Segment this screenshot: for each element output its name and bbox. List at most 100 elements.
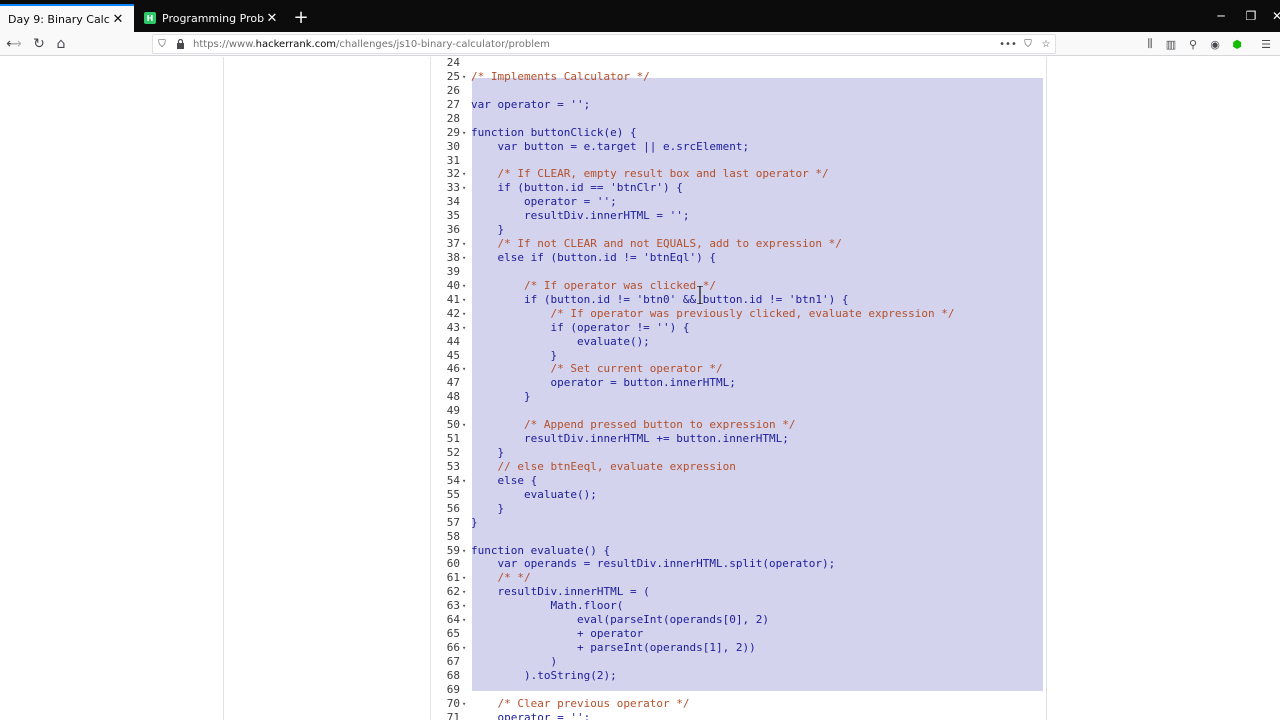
code-line[interactable]: 37 ▾ /* If not CLEAR and not EQUALS, add … (430, 237, 1044, 251)
menu-icon[interactable]: ☰ (1256, 34, 1276, 54)
tab-close-icon[interactable]: ✕ (264, 10, 280, 26)
code-line[interactable]: 49 (430, 404, 1044, 418)
code-line[interactable]: 65 + operator (430, 627, 1044, 641)
code-text: operator = button.innerHTML; (471, 376, 736, 389)
fold-arrow-icon[interactable]: ▾ (462, 126, 470, 140)
fold-arrow-icon[interactable]: ▾ (462, 307, 470, 321)
code-line[interactable]: 51 resultDiv.innerHTML += button.innerHT… (430, 432, 1044, 446)
code-line[interactable]: 24 (430, 57, 1044, 70)
page-actions-icon[interactable]: ••• (997, 35, 1019, 53)
code-line[interactable]: 48 } (430, 390, 1044, 404)
fold-arrow-icon[interactable]: ▾ (462, 251, 470, 265)
code-editor[interactable]: 24 25 ▾/* Implements Calculator */26 27 var … (0, 57, 1280, 720)
fold-arrow-icon[interactable]: ▾ (462, 571, 470, 585)
fold-arrow-icon[interactable]: ▾ (462, 362, 470, 376)
code-line[interactable]: 53 // else btnEeql, evaluate expression (430, 460, 1044, 474)
fold-arrow-icon[interactable]: ▾ (462, 641, 470, 655)
code-line[interactable]: 38 ▾ else if (button.id != 'btnEql') { (430, 251, 1044, 265)
line-number: 31 (446, 154, 460, 167)
code-line[interactable]: 69 (430, 683, 1044, 697)
fold-arrow-icon[interactable]: ▾ (462, 599, 470, 613)
line-number: 54 (446, 474, 460, 487)
code-line[interactable]: 57} (430, 516, 1044, 530)
code-line[interactable]: 39 (430, 265, 1044, 279)
code-line[interactable]: 30 var button = e.target || e.srcElement… (430, 140, 1044, 154)
code-line[interactable]: 28 (430, 112, 1044, 126)
fold-arrow-icon[interactable]: ▾ (462, 293, 470, 307)
code-line[interactable]: 34 operator = ''; (430, 195, 1044, 209)
code-line[interactable]: 52 } (430, 446, 1044, 460)
fold-arrow-icon[interactable]: ▾ (462, 279, 470, 293)
code-line[interactable]: 29 ▾ function buttonClick(e) { (430, 126, 1044, 140)
new-tab-button[interactable]: + (290, 6, 312, 28)
code-line[interactable]: 63 ▾ Math.floor( (430, 599, 1044, 613)
bookmark-star-icon[interactable]: ☆ (1037, 35, 1055, 53)
fold-arrow-icon[interactable]: ▾ (462, 237, 470, 251)
code-line[interactable]: 59 ▾ function evaluate() { (430, 544, 1044, 558)
code-line[interactable]: 33 ▾ if (button.id == 'btnClr') { (430, 181, 1044, 195)
home-icon[interactable]: ⌂ (51, 34, 71, 54)
close-window-icon[interactable]: ✕ (1262, 6, 1280, 26)
code-line[interactable]: 26 (430, 84, 1044, 98)
library-icon[interactable]: ⫼ (1140, 34, 1160, 54)
line-number: 30 (446, 140, 460, 153)
code-line[interactable]: 56 } (430, 502, 1044, 516)
code-line[interactable]: 44 evaluate(); (430, 335, 1044, 349)
code-line[interactable]: 50 ▾ /* Append pressed button to expressi… (430, 418, 1044, 432)
address-bar[interactable]: ⛉ https://www.hackerrank.com/challenges/… (152, 34, 1056, 54)
code-text: var operator = ''; (471, 98, 591, 111)
code-line[interactable]: 54 ▾ else { (430, 474, 1044, 488)
forward-icon[interactable]: → (6, 34, 26, 54)
code-line[interactable]: 67 ) (430, 655, 1044, 669)
code-line[interactable]: 47 operator = button.innerHTML; (430, 376, 1044, 390)
key-icon[interactable]: ⚲ (1183, 34, 1203, 54)
reload-icon[interactable]: ↻ (29, 34, 49, 54)
sidebar-icon[interactable]: ▥ (1161, 34, 1181, 54)
extension-icon[interactable]: ⬢ (1227, 34, 1247, 54)
code-line[interactable]: 70 ▾ /* Clear previous operator */ (430, 697, 1044, 711)
code-text: } (471, 502, 505, 515)
code-line[interactable]: 35 resultDiv.innerHTML = ''; (430, 209, 1044, 223)
code-text: operator = ''; (471, 195, 617, 208)
lock-icon[interactable] (171, 35, 189, 53)
fold-arrow-icon[interactable]: ▾ (462, 613, 470, 627)
fold-arrow-icon[interactable]: ▾ (462, 544, 470, 558)
code-line[interactable]: 45 } (430, 349, 1044, 363)
tab-programming-problems[interactable]: H Programming Problems and C ✕ (136, 4, 288, 32)
fold-arrow-icon[interactable]: ▾ (462, 585, 470, 599)
minimize-icon[interactable]: ─ (1206, 6, 1236, 26)
code-line[interactable]: 32 ▾ /* If CLEAR, empty result box and la… (430, 167, 1044, 181)
code-line[interactable]: 31 (430, 154, 1044, 168)
code-line[interactable]: 40 ▾ /* If operator was clicked */ (430, 279, 1044, 293)
code-line[interactable]: 46 ▾ /* Set current operator */ (430, 362, 1044, 376)
code-line[interactable]: 61 ▾ /* */ (430, 571, 1044, 585)
code-line[interactable]: 41 ▾ if (button.id != 'btn0' && button.id… (430, 293, 1044, 307)
fold-arrow-icon[interactable]: ▾ (462, 697, 470, 711)
fold-arrow-icon[interactable]: ▾ (462, 70, 470, 84)
code-line[interactable]: 42 ▾ /* If operator was previously clicke… (430, 307, 1044, 321)
code-line[interactable]: 25 ▾/* Implements Calculator */ (430, 70, 1044, 84)
code-line[interactable]: 71 operator = ''; (430, 711, 1044, 720)
pocket-icon[interactable]: ⛉ (1019, 35, 1037, 53)
code-line[interactable]: 60 var operands = resultDiv.innerHTML.sp… (430, 557, 1044, 571)
code-line[interactable]: 68 ).toString(2); (430, 669, 1044, 683)
fold-arrow-icon[interactable]: ▾ (462, 474, 470, 488)
tab-close-icon[interactable]: ✕ (110, 11, 126, 27)
code-line[interactable]: 36 } (430, 223, 1044, 237)
code-line[interactable]: 66 ▾ + parseInt(operands[1], 2)) (430, 641, 1044, 655)
code-line[interactable]: 62 ▾ resultDiv.innerHTML = ( (430, 585, 1044, 599)
code-line[interactable]: 27 var operator = ''; (430, 98, 1044, 112)
code-line[interactable]: 58 (430, 530, 1044, 544)
url-text[interactable]: https://www.hackerrank.com/challenges/js… (189, 39, 997, 50)
code-line[interactable]: 55 evaluate(); (430, 488, 1044, 502)
tab-title: Day 9: Binary Calculator | 10 Da (8, 12, 110, 26)
fold-arrow-icon[interactable]: ▾ (462, 321, 470, 335)
code-line[interactable]: 43 ▾ if (operator != '') { (430, 321, 1044, 335)
fold-arrow-icon[interactable]: ▾ (462, 167, 470, 181)
fold-arrow-icon[interactable]: ▾ (462, 181, 470, 195)
tracking-protection-icon[interactable]: ⛉ (153, 35, 171, 53)
tab-binary-calculator[interactable]: Day 9: Binary Calculator | 10 Da ✕ (0, 4, 134, 32)
fold-arrow-icon[interactable]: ▾ (462, 418, 470, 432)
account-icon[interactable]: ◉ (1205, 34, 1225, 54)
code-line[interactable]: 64 ▾ eval(parseInt(operands[0], 2) (430, 613, 1044, 627)
